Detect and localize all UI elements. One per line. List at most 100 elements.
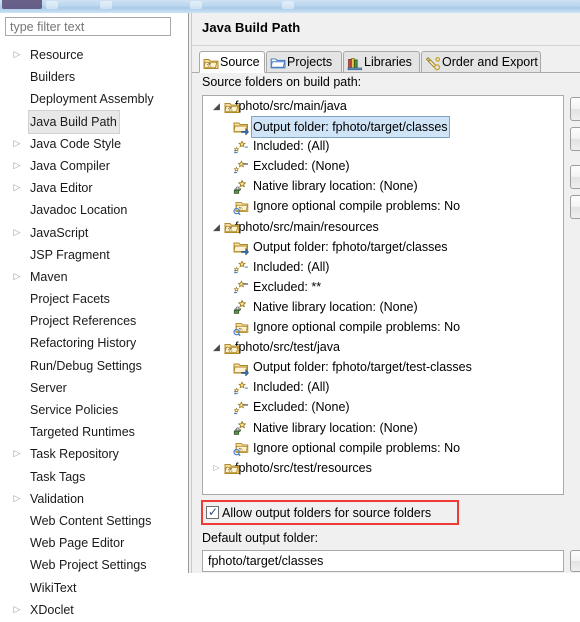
sidebar-item-server[interactable]: Server bbox=[0, 376, 180, 398]
sidebar-item-label: XDoclet bbox=[30, 602, 74, 617]
sidebar-item-java-editor[interactable]: ▷ Java Editor bbox=[0, 176, 180, 198]
build-path-tree-node[interactable]: Excluded: (None) bbox=[203, 156, 563, 176]
build-path-tree-node[interactable]: Output folder: fphoto/target/test-classe… bbox=[203, 357, 563, 377]
build-path-tree-node[interactable]: Native library location: (None) bbox=[203, 418, 563, 438]
native-library-icon bbox=[233, 179, 249, 195]
chevron-right-icon[interactable]: ▷ bbox=[12, 265, 22, 287]
build-path-tree-node[interactable]: Output folder: fphoto/target/classes bbox=[203, 237, 563, 257]
window-chip bbox=[2, 0, 42, 9]
allow-output-folders-row[interactable]: ✓ Allow output folders for source folder… bbox=[206, 505, 431, 522]
build-path-tree-node[interactable]: ◢ fphoto/src/test/java bbox=[203, 337, 563, 357]
tab-order-and-export[interactable]: Order and Export bbox=[421, 51, 541, 73]
build-path-tree-node[interactable]: Ignore optional compile problems: No bbox=[203, 438, 563, 458]
build-path-tree-node[interactable]: Ignore optional compile problems: No bbox=[203, 317, 563, 337]
build-path-tree-node-label: Native library location: (None) bbox=[253, 179, 418, 194]
build-path-tree-node-label: Ignore optional compile problems: No bbox=[253, 440, 461, 455]
chevron-right-icon[interactable]: ▷ bbox=[12, 598, 22, 620]
build-path-tree-node[interactable]: Excluded: (None) bbox=[203, 397, 563, 417]
build-path-tree-node[interactable]: Included: (All) bbox=[203, 257, 563, 277]
sidebar-item-xdoclet[interactable]: ▷ XDoclet bbox=[0, 598, 180, 620]
sidebar-item-maven[interactable]: ▷ Maven bbox=[0, 265, 180, 287]
chevron-down-icon[interactable]: ◢ bbox=[211, 96, 222, 116]
source-folder-icon bbox=[224, 99, 240, 115]
build-path-tree-node[interactable]: ▷ fphoto/src/test/resources bbox=[203, 458, 563, 478]
tab-libraries[interactable]: Libraries bbox=[343, 51, 420, 73]
allow-output-folders-checkbox[interactable]: ✓ bbox=[206, 505, 219, 519]
sidebar-item-label: Targeted Runtimes bbox=[30, 425, 135, 440]
sidebar-item-web-page-editor[interactable]: Web Page Editor bbox=[0, 531, 180, 553]
sidebar-item-java-code-style[interactable]: ▷ Java Code Style bbox=[0, 132, 180, 154]
build-path-tree-node[interactable]: Ignore optional compile problems: No bbox=[203, 196, 563, 216]
sidebar-item-web-project-settings[interactable]: Web Project Settings bbox=[0, 553, 180, 575]
sidebar-item-refactoring-history[interactable]: Refactoring History bbox=[0, 331, 180, 353]
build-path-tree-node-label: Ignore optional compile problems: No bbox=[253, 199, 461, 214]
build-path-tree-node[interactable]: Native library location: (None) bbox=[203, 176, 563, 196]
build-path-tree-node-label: Output folder: fphoto/target/test-classe… bbox=[253, 360, 472, 375]
link-source-button[interactable] bbox=[570, 127, 580, 151]
sidebar-item-run-debug-settings[interactable]: Run/Debug Settings bbox=[0, 354, 180, 376]
sidebar-item-web-content-settings[interactable]: Web Content Settings bbox=[0, 509, 180, 531]
build-path-tree-node[interactable]: Included: (All) bbox=[203, 136, 563, 156]
chevron-right-icon[interactable]: ▷ bbox=[12, 442, 22, 464]
sidebar-item-service-policies[interactable]: Service Policies bbox=[0, 398, 180, 420]
build-path-tree-node[interactable]: ◢ fphoto/src/main/resources bbox=[203, 217, 563, 237]
build-path-tree[interactable]: ◢ fphoto/src/main/java Output folder: fpho… bbox=[202, 95, 564, 495]
build-path-tree-node[interactable]: Native library location: (None) bbox=[203, 297, 563, 317]
filter-input[interactable] bbox=[5, 17, 171, 36]
sidebar-item-label: Java Editor bbox=[30, 181, 93, 196]
chevron-right-icon[interactable]: ▷ bbox=[211, 458, 222, 478]
sidebar-item-project-facets[interactable]: Project Facets bbox=[0, 287, 180, 309]
sidebar-item-task-repository[interactable]: ▷ Task Repository bbox=[0, 442, 180, 464]
build-path-tree-node[interactable]: Included: (All) bbox=[203, 377, 563, 397]
chevron-right-icon[interactable]: ▷ bbox=[12, 176, 22, 198]
tab-strip: Source Projects Libraries Order and Export bbox=[192, 51, 580, 73]
excluded-filter-icon bbox=[233, 279, 249, 295]
build-path-tree-node-label: Ignore optional compile problems: No bbox=[253, 320, 461, 335]
sidebar-item-deployment-assembly[interactable]: Deployment Assembly bbox=[0, 87, 180, 109]
sidebar-item-javadoc-location[interactable]: Javadoc Location bbox=[0, 198, 180, 220]
chevron-right-icon[interactable]: ▷ bbox=[12, 43, 22, 65]
sidebar-item-label: JSP Fragment bbox=[30, 247, 110, 262]
sidebar-item-task-tags[interactable]: Task Tags bbox=[0, 465, 180, 487]
build-path-tree-node[interactable]: Excluded: ** bbox=[203, 277, 563, 297]
chevron-down-icon[interactable]: ◢ bbox=[211, 337, 222, 357]
chevron-right-icon[interactable]: ▷ bbox=[12, 221, 22, 243]
chevron-right-icon[interactable]: ▷ bbox=[12, 132, 22, 154]
included-filter-icon bbox=[233, 259, 249, 275]
sidebar-item-java-compiler[interactable]: ▷ Java Compiler bbox=[0, 154, 180, 176]
page-title: Java Build Path bbox=[202, 20, 301, 35]
build-path-tree-node-label: Excluded: (None) bbox=[253, 400, 350, 415]
edit-button[interactable] bbox=[570, 165, 580, 189]
tab-source[interactable]: Source bbox=[199, 51, 265, 73]
sidebar-item-label: Run/Debug Settings bbox=[30, 358, 142, 373]
sidebar-item-jsp-fragment[interactable]: JSP Fragment bbox=[0, 243, 180, 265]
build-path-tree-node[interactable]: Output folder: fphoto/target/classes bbox=[203, 116, 563, 139]
default-output-folder-input[interactable] bbox=[202, 550, 564, 572]
sidebar-item-label: Project References bbox=[30, 314, 137, 329]
browse-output-folder-button[interactable] bbox=[570, 550, 580, 572]
allow-output-folders-label: Allow output folders for source folders bbox=[222, 506, 432, 520]
sidebar-item-java-build-path[interactable]: Java Build Path bbox=[0, 109, 180, 134]
chevron-down-icon[interactable]: ◢ bbox=[211, 217, 222, 237]
build-path-tree-node[interactable]: ◢ fphoto/src/main/java bbox=[203, 96, 563, 116]
build-path-tree-node-label: fphoto/src/main/java bbox=[235, 99, 347, 113]
add-folder-button[interactable] bbox=[570, 97, 580, 121]
tab-projects[interactable]: Projects bbox=[266, 51, 342, 73]
sidebar-item-javascript[interactable]: ▷ JavaScript bbox=[0, 221, 180, 243]
sidebar-item-label: Javadoc Location bbox=[30, 203, 128, 218]
sidebar-item-targeted-runtimes[interactable]: Targeted Runtimes bbox=[0, 420, 180, 442]
sidebar-item-label: Java Code Style bbox=[30, 136, 122, 151]
preferences-tree[interactable]: ▷ Resource Builders Deployment Assembly Java… bbox=[0, 43, 180, 617]
sidebar-item-validation[interactable]: ▷ Validation bbox=[0, 487, 180, 509]
build-path-tree-node-label: fphoto/src/test/resources bbox=[235, 460, 372, 475]
build-path-tree-node-label: Output folder: fphoto/target/classes bbox=[251, 116, 450, 139]
sidebar-item-builders[interactable]: Builders bbox=[0, 65, 180, 87]
sidebar-item-resource[interactable]: ▷ Resource bbox=[0, 43, 180, 65]
chevron-right-icon[interactable]: ▷ bbox=[12, 154, 22, 176]
titlebar-ghost-icon bbox=[282, 1, 294, 9]
chevron-right-icon[interactable]: ▷ bbox=[12, 487, 22, 509]
sidebar-item-wikitext[interactable]: WikiText bbox=[0, 576, 180, 598]
preferences-dialog: ▷ Resource Builders Deployment Assembly Java… bbox=[0, 13, 580, 617]
sidebar-item-project-references[interactable]: Project References bbox=[0, 309, 180, 331]
remove-button[interactable] bbox=[570, 195, 580, 219]
